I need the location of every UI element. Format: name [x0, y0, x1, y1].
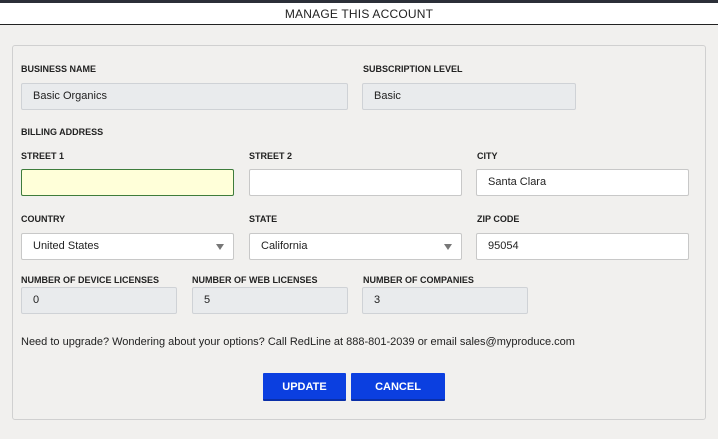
city-input[interactable]: Santa Clara [476, 169, 689, 196]
page-title: MANAGE THIS ACCOUNT [0, 3, 718, 25]
country-label: COUNTRY [21, 214, 66, 224]
country-value: United States [33, 240, 100, 252]
cancel-button[interactable]: CANCEL [351, 373, 445, 401]
subscription-level-field: Basic [362, 83, 576, 110]
web-licenses-label: NUMBER OF WEB LICENSES [192, 275, 318, 285]
business-name-label: BUSINESS NAME [21, 64, 97, 74]
zip-input[interactable]: 95054 [476, 233, 689, 260]
update-button[interactable]: UPDATE [263, 373, 346, 401]
street2-label: STREET 2 [249, 151, 293, 161]
street1-label: STREET 1 [21, 151, 65, 161]
city-label: CITY [477, 151, 498, 161]
street1-input[interactable] [21, 169, 234, 196]
device-licenses-field: 0 [21, 287, 177, 314]
subscription-level-label: SUBSCRIPTION LEVEL [363, 64, 463, 74]
companies-field: 3 [362, 287, 528, 314]
state-label: STATE [249, 214, 278, 224]
companies-label: NUMBER OF COMPANIES [363, 275, 474, 285]
upgrade-info-text: Need to upgrade? Wondering about your op… [21, 336, 575, 348]
device-licenses-label: NUMBER OF DEVICE LICENSES [21, 275, 160, 285]
street2-input[interactable] [249, 169, 462, 196]
web-licenses-field: 5 [192, 287, 348, 314]
state-select[interactable]: California [249, 233, 462, 260]
country-select[interactable]: United States [21, 233, 234, 260]
business-name-field: Basic Organics [21, 83, 348, 110]
state-value: California [261, 240, 308, 252]
chevron-down-icon [216, 244, 224, 250]
chevron-down-icon [444, 244, 452, 250]
billing-address-heading: BILLING ADDRESS [21, 127, 104, 137]
zip-label: ZIP CODE [477, 214, 520, 224]
